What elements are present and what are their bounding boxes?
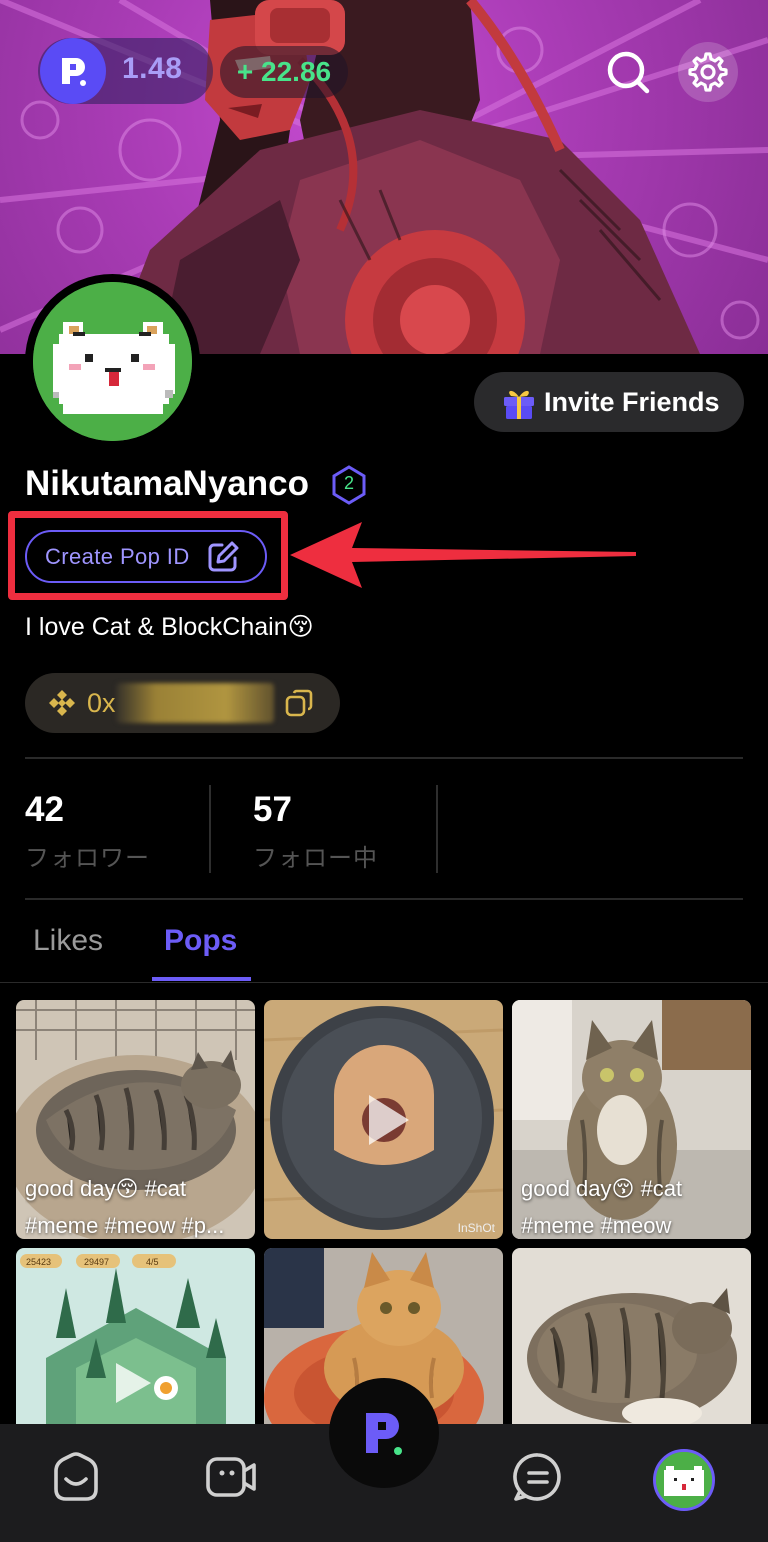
username: NikutamaNyanco <box>25 464 309 503</box>
wallet-address: 0x <box>87 687 116 718</box>
copy-icon[interactable] <box>284 688 314 718</box>
points-value: 1.48 <box>122 52 183 85</box>
game-hud-progress: 4/5 <box>146 1257 159 1267</box>
pop-tile[interactable]: good day😚 #cat #meme #meow #p... <box>16 1000 255 1239</box>
following-label[interactable]: フォロー中 <box>253 838 378 873</box>
edit-icon <box>208 541 239 571</box>
pop-logo-icon[interactable] <box>40 38 106 104</box>
invite-friends-button[interactable]: Invite Friends <box>474 372 744 432</box>
nav-video[interactable] <box>200 1447 260 1507</box>
pop-tile[interactable]: good day😚 #cat #meme #meow <box>512 1000 751 1239</box>
create-pop-id-label: Create Pop ID <box>45 543 190 569</box>
bio-text: I love Cat & BlockChain😚 <box>25 613 314 641</box>
stat-divider <box>209 785 211 873</box>
pop-logo-icon <box>366 1413 402 1455</box>
wallet-address-redacted <box>115 683 274 723</box>
nav-profile-avatar[interactable] <box>653 1449 715 1511</box>
divider <box>25 757 743 759</box>
annotation-arrow-icon <box>290 522 636 588</box>
profile-avatar[interactable] <box>25 274 200 449</box>
gift-icon <box>504 390 534 419</box>
level-number: 2 <box>343 473 354 493</box>
followers-label[interactable]: フォロワー <box>25 838 150 873</box>
create-pop-id-button[interactable]: Create Pop ID <box>25 530 267 583</box>
gear-icon <box>688 52 728 92</box>
divider <box>25 898 743 900</box>
stat-divider <box>436 785 438 873</box>
invite-friends-label: Invite Friends <box>544 386 720 417</box>
nav-home[interactable] <box>46 1447 106 1507</box>
settings-button[interactable] <box>678 42 738 102</box>
wallet-address-pill[interactable]: 0x <box>25 673 340 733</box>
tabs-divider <box>0 982 768 983</box>
pixel-cat-avatar-image <box>33 282 192 441</box>
points-delta-badge: + 22.86 <box>220 46 348 98</box>
tab-pops[interactable]: Pops <box>164 924 237 958</box>
nav-create-pop[interactable] <box>329 1378 439 1488</box>
home-icon <box>54 1452 98 1501</box>
search-button[interactable] <box>598 42 658 102</box>
tile-caption: good day😚 #cat #meme #meow #p... <box>25 1176 225 1238</box>
bnb-chain-icon <box>49 690 75 716</box>
game-hud-gems: 29497 <box>84 1257 109 1267</box>
game-hud-coins: 25423 <box>26 1257 51 1267</box>
video-icon <box>206 1457 256 1497</box>
tile-caption: good day😚 #cat #meme #meow <box>521 1176 683 1238</box>
followers-count[interactable]: 42 <box>25 790 64 830</box>
pixel-cat-avatar-image <box>656 1452 712 1508</box>
tab-likes[interactable]: Likes <box>33 924 103 958</box>
search-icon <box>607 51 650 94</box>
nav-chat[interactable] <box>508 1447 568 1507</box>
chat-icon <box>513 1453 561 1501</box>
level-badge: 2 <box>331 465 367 505</box>
pop-tile[interactable]: InShOt <box>264 1000 503 1239</box>
active-tab-indicator <box>152 977 251 981</box>
watermark-text: InShOt <box>457 1221 495 1235</box>
following-count[interactable]: 57 <box>253 790 292 830</box>
cushion-video-thumbnail <box>264 1000 503 1239</box>
